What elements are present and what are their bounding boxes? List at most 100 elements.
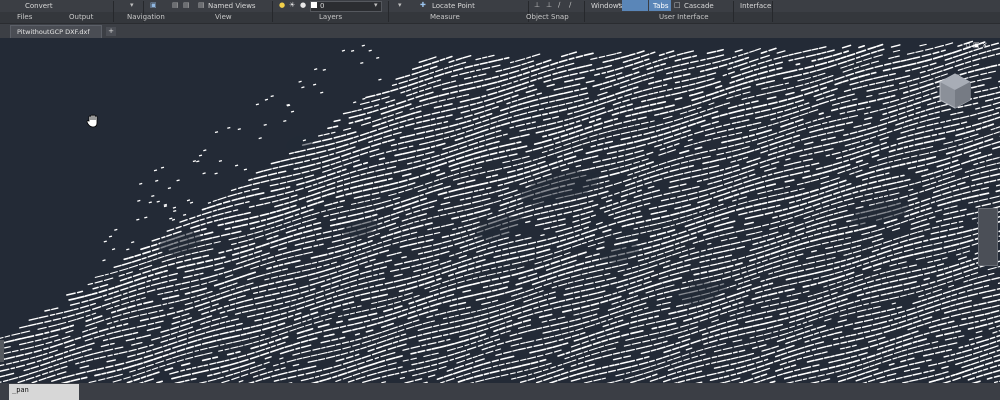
navigation-dropdown-icon[interactable]: ▾ <box>130 0 134 10</box>
cascade-icon[interactable]: □ <box>674 0 681 10</box>
stray-point <box>148 201 152 204</box>
file-tabs-toggle-icon[interactable] <box>622 0 648 11</box>
terrain-scanline <box>179 50 786 223</box>
viewcube-toggle-icon[interactable]: ▣ <box>150 0 157 10</box>
named-views-icon[interactable]: ▤ <box>198 0 205 10</box>
stray-point <box>214 172 218 175</box>
panel-title-object-snap: Object Snap <box>526 13 569 21</box>
stray-point <box>136 218 140 221</box>
panel-title-user-interface: User Interface <box>659 13 709 21</box>
terrain-scanline <box>0 63 1000 345</box>
stray-point <box>151 194 155 198</box>
stray-point <box>258 137 262 140</box>
locate-point-icon[interactable]: ✚ <box>420 0 426 10</box>
stray-point <box>111 248 116 251</box>
stray-point <box>312 83 317 86</box>
stray-point <box>103 240 107 243</box>
terrain-scanline <box>151 44 852 242</box>
navigation-bar[interactable] <box>978 208 998 266</box>
stray-point <box>376 56 380 59</box>
file-tab-bar <box>0 24 1000 38</box>
terrain-scanline <box>365 56 510 99</box>
stray-point <box>361 44 365 47</box>
stray-point <box>131 241 135 244</box>
stray-point <box>108 235 113 238</box>
pan-hand-icon <box>86 114 98 128</box>
stray-point <box>169 217 173 220</box>
terrain-scanline <box>418 56 437 63</box>
stray-point <box>144 216 148 219</box>
stray-point <box>290 110 295 113</box>
layer-freeze-sun-icon[interactable]: ☀ <box>289 0 295 10</box>
stray-point <box>155 179 159 182</box>
stray-point <box>192 160 197 163</box>
terrain-scanline <box>87 42 954 286</box>
stray-point <box>173 209 177 213</box>
stray-point <box>202 172 206 175</box>
object-snap-parallel-icon[interactable]: ∕ <box>558 0 560 10</box>
stray-point <box>114 228 118 231</box>
stray-point <box>301 86 305 89</box>
stray-point <box>203 149 207 152</box>
terrain-scanline <box>769 319 1000 384</box>
stray-point <box>126 248 130 251</box>
terrain-scanline <box>583 265 1000 384</box>
object-snap-perpendicular-icon[interactable]: ⊥ <box>546 0 552 10</box>
terrain-scanline <box>457 230 1000 383</box>
layer-on-bulb-icon[interactable]: ● <box>279 0 285 10</box>
viewport-left-handle[interactable] <box>0 340 4 362</box>
interface-button[interactable]: Interface <box>740 1 771 11</box>
stray-point <box>270 95 274 98</box>
named-views-button[interactable]: Named Views <box>208 1 256 11</box>
stray-point <box>196 160 200 163</box>
stray-point <box>322 68 326 71</box>
convert-button[interactable]: Convert <box>25 1 53 11</box>
measure-dropdown-icon[interactable]: ▾ <box>398 0 402 10</box>
stray-point <box>320 91 324 94</box>
stray-point <box>171 218 176 221</box>
viewcube-icon[interactable] <box>937 72 973 112</box>
layer-color-swatch <box>311 2 317 8</box>
drawing-viewport[interactable] <box>0 38 1000 384</box>
command-history-text: _pan <box>12 386 29 394</box>
stray-point <box>172 206 177 209</box>
locate-point-button[interactable]: Locate Point <box>432 1 475 11</box>
cascade-button[interactable]: Cascade <box>684 1 714 11</box>
tabs-button[interactable]: Tabs <box>653 1 669 11</box>
stray-point <box>139 182 143 185</box>
stray-point <box>362 97 366 100</box>
terrain-shadow <box>286 135 314 151</box>
stray-point <box>255 103 260 106</box>
stray-point <box>314 68 318 71</box>
ribbon-separator <box>113 1 114 22</box>
view-manager-icon[interactable]: ▤ <box>172 0 179 10</box>
terrain-scanline <box>44 42 1000 312</box>
panel-title-files: Files <box>17 13 33 21</box>
terrain-scanline <box>327 52 594 130</box>
terrain-scanline <box>317 51 622 137</box>
terrain-scanline <box>333 51 578 123</box>
terrain-scanline <box>342 60 535 115</box>
windows-dropdown-icon[interactable]: ▾ <box>618 0 621 10</box>
stray-point <box>198 154 203 157</box>
terrain-scanline <box>238 167 1000 383</box>
file-tab[interactable]: PitwithoutGCP DXF.dxf <box>10 25 102 38</box>
new-tab-button[interactable]: + <box>106 27 116 36</box>
stray-point <box>182 213 187 216</box>
restore-view-icon[interactable]: ▤ <box>183 0 190 10</box>
stray-point <box>264 98 269 101</box>
stray-point <box>353 101 357 104</box>
object-snap-icon[interactable]: ⊥ <box>534 0 540 10</box>
viewport-window-controls[interactable]: ▫ ▣ × <box>966 41 988 49</box>
stray-point <box>156 200 160 203</box>
panel-title-output: Output <box>69 13 94 21</box>
chevron-down-icon[interactable]: ▾ <box>374 0 378 10</box>
layer-lock-icon[interactable]: ● <box>300 0 306 10</box>
stray-point <box>286 103 290 106</box>
terrain-scanline <box>288 51 656 155</box>
terrain-scanline <box>166 46 827 232</box>
object-snap-extension-icon[interactable]: ∕ <box>569 0 571 10</box>
panel-title-layers: Layers <box>319 13 343 21</box>
ribbon-separator <box>772 1 773 22</box>
stray-point <box>360 61 364 65</box>
